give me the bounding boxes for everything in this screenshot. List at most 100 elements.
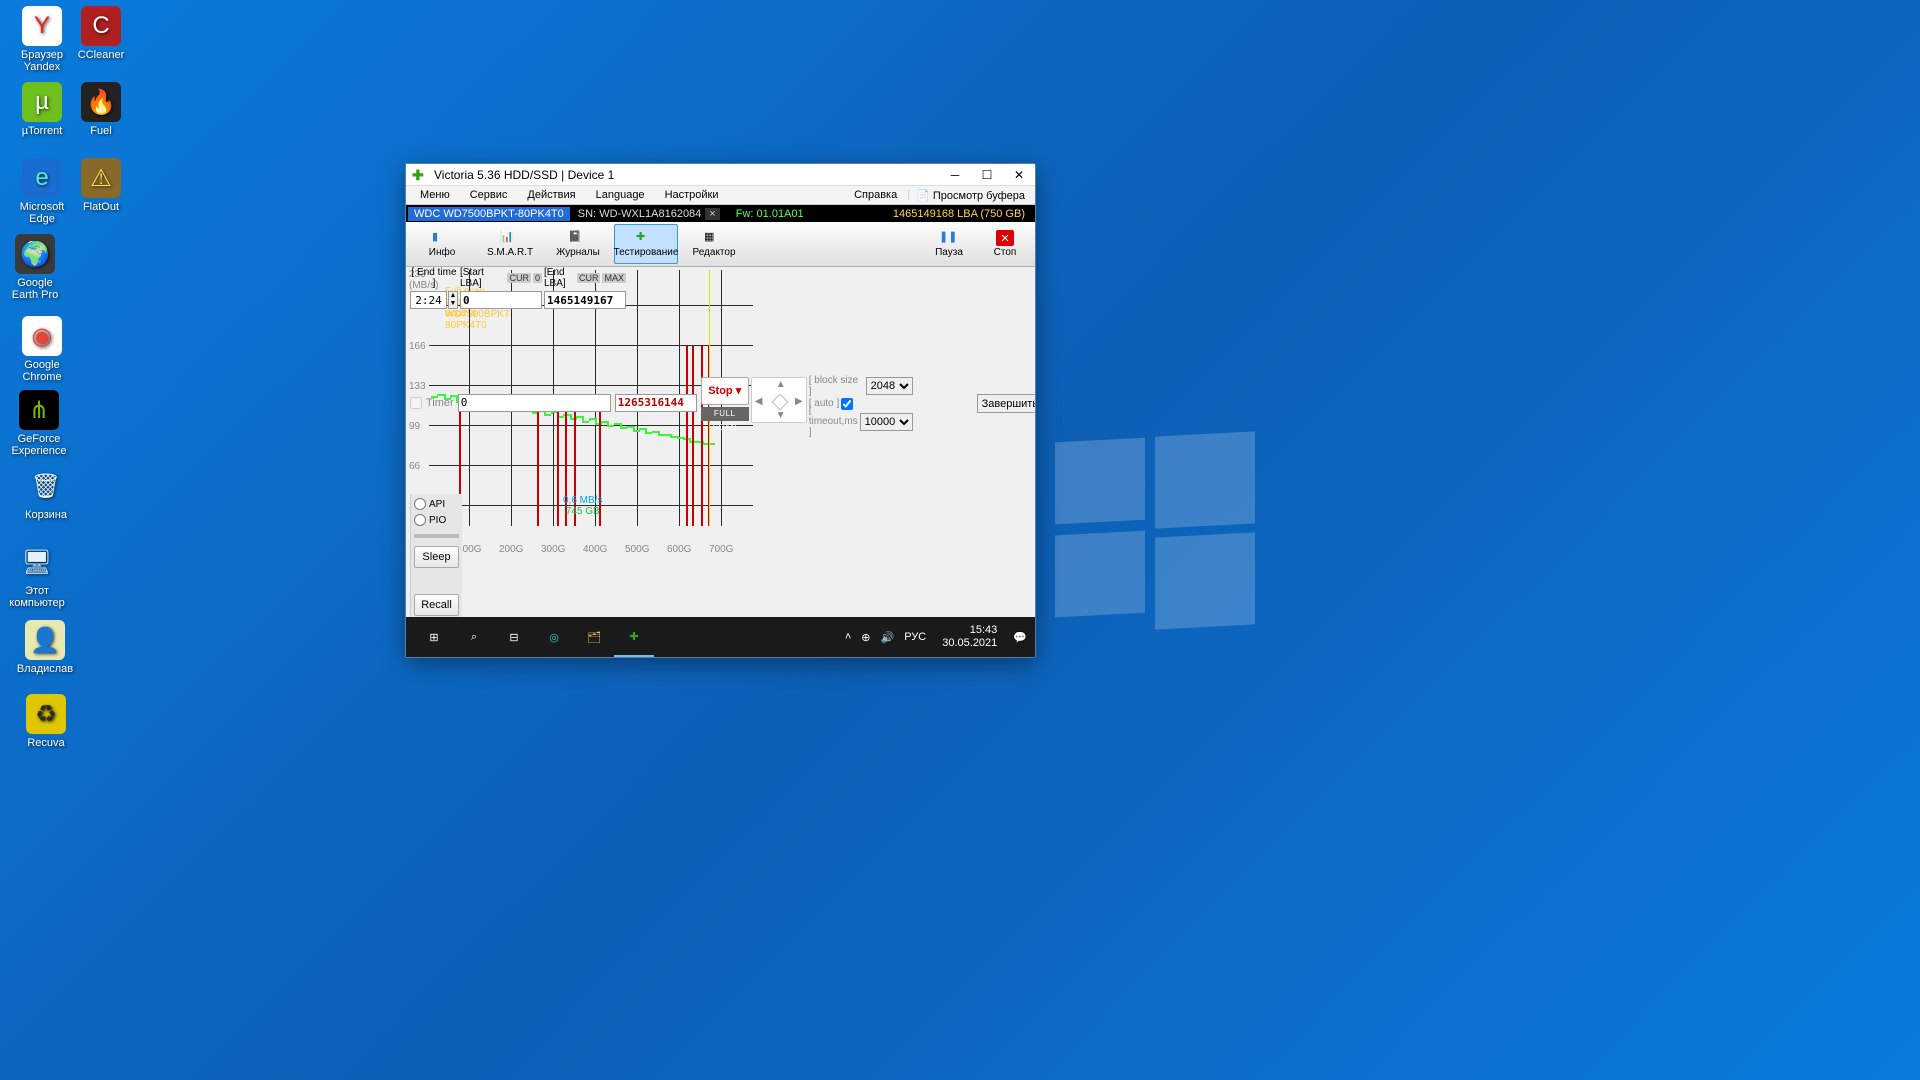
icon-label: CCleaner — [70, 49, 132, 61]
tray-language[interactable]: РУС — [904, 631, 926, 643]
end-time-spinner[interactable]: ▲▼ — [448, 291, 458, 309]
sn-close-icon[interactable]: × — [705, 208, 719, 220]
current-lba — [615, 394, 697, 412]
desktop-icon--torrent[interactable]: µ µTorrent — [11, 82, 73, 137]
notebook-icon: 📓 — [568, 230, 588, 246]
icon-label: Владислав — [14, 663, 76, 675]
tray-notifications-icon[interactable]: 💬 — [1013, 631, 1027, 644]
menu-help[interactable]: Справка — [844, 187, 907, 203]
menu-actions[interactable]: Действия — [517, 187, 585, 203]
desktop-icon-этот-компьютер[interactable]: 🖥 Этот компьютер — [6, 542, 68, 609]
block-size-select[interactable]: 2048 — [866, 377, 913, 395]
app-icon: ♻ — [26, 694, 66, 734]
icon-label: Этот компьютер — [6, 585, 68, 609]
end-lba-input[interactable] — [544, 291, 626, 309]
minimize-button[interactable]: ─ — [939, 164, 971, 185]
maximize-button[interactable]: ☐ — [971, 164, 1003, 185]
toolbar: ▮Инфо 📊S.M.A.R.T 📓Журналы ✚Тестирование … — [406, 222, 1035, 267]
menu-main[interactable]: Меню — [410, 187, 460, 203]
tool-info[interactable]: ▮Инфо — [410, 224, 474, 264]
app-icon: ⚠ — [81, 158, 121, 198]
taskbar: ⊞ ⌕ ⊟ ◎ 🗂 ✚ ˄ ⊕ 🔊 РУС 15:43 30.05.2021 💬 — [406, 617, 1035, 657]
timer-label: Timer — [426, 397, 454, 409]
pause-icon: ❚❚ — [939, 230, 959, 246]
icon-label: Браузер Yandex — [11, 49, 73, 73]
desktop-icon-fuel[interactable]: 🔥Fuel — [70, 82, 132, 137]
task-view-button[interactable]: ⊟ — [494, 617, 534, 657]
desktop-icon-flatout[interactable]: ⚠ FlatOut — [70, 158, 132, 213]
taskbar-victoria[interactable]: ✚ — [614, 617, 654, 657]
start-button[interactable]: ⊞ — [414, 617, 454, 657]
close-button[interactable]: ✕ — [1003, 164, 1035, 185]
device-bar: WDC WD7500BPKT-80PK4T0 SN: WD-WXL1A81620… — [406, 205, 1035, 222]
info-icon: ▮ — [432, 230, 452, 246]
icon-label: FlatOut — [70, 201, 132, 213]
titlebar[interactable]: ✚ Victoria 5.36 HDD/SSD | Device 1 ─ ☐ ✕ — [406, 164, 1035, 186]
timer-checkbox[interactable] — [410, 397, 422, 409]
seek-compass[interactable]: ▲ ◀ ▶ ▼ — [751, 377, 807, 423]
menu-settings[interactable]: Настройки — [655, 187, 729, 203]
end-time-header: [ End time ] — [410, 267, 458, 289]
icon-label: Recuva — [15, 737, 77, 749]
stop-button[interactable]: Stop ▾ — [701, 377, 749, 405]
search-button[interactable]: ⌕ — [454, 617, 494, 657]
tool-testing[interactable]: ✚Тестирование — [614, 224, 678, 264]
device-model: WDC WD7500BPKT-80PK4T0 — [408, 207, 570, 221]
app-icon: ✚ — [412, 167, 428, 183]
timeout-select[interactable]: 10000 — [860, 413, 913, 431]
tray-network-icon[interactable]: ⊕ — [861, 631, 870, 644]
app-icon: ⋔ — [19, 390, 59, 430]
tray-chevron-icon[interactable]: ˄ — [845, 631, 851, 643]
tray-volume-icon[interactable]: 🔊 — [881, 631, 895, 644]
pio-radio[interactable] — [414, 514, 426, 526]
icon-label: Microsoft Edge — [11, 201, 73, 225]
app-icon: µ — [22, 82, 62, 122]
sleep-button[interactable]: Sleep — [414, 546, 459, 568]
tool-smart[interactable]: 📊S.M.A.R.T — [478, 224, 542, 264]
taskbar-explorer[interactable]: 🗂 — [574, 617, 614, 657]
icon-label: Fuel — [70, 125, 132, 137]
desktop-icon-ccleaner[interactable]: CCCleaner — [70, 6, 132, 61]
desktop-icon-google-chrome[interactable]: ◉Google Chrome — [11, 316, 73, 383]
app-icon: Y — [22, 6, 62, 46]
icon-label: µTorrent — [11, 125, 73, 137]
desktop-icon-владислав[interactable]: 👤 Владислав — [14, 620, 76, 675]
app-icon: 🖥 — [17, 542, 57, 582]
tool-editor[interactable]: ▦Редактор — [682, 224, 746, 264]
full-scan-button[interactable]: FULL SCAN — [701, 407, 749, 421]
menu-language[interactable]: Language — [586, 187, 655, 203]
icon-label: GeForce Experience — [8, 433, 70, 457]
app-icon: 👤 — [25, 620, 65, 660]
menu-service[interactable]: Сервис — [460, 187, 518, 203]
grid-icon: ▦ — [704, 230, 724, 246]
recall-button[interactable]: Recall — [414, 594, 459, 616]
system-tray[interactable]: ˄ ⊕ 🔊 РУС 15:43 30.05.2021 💬 — [845, 624, 1027, 650]
menubar: Меню Сервис Действия Language Настройки … — [406, 186, 1035, 205]
taskbar-clock[interactable]: 15:43 30.05.2021 — [936, 624, 1003, 650]
view-buffer[interactable]: 📄 Просмотр буфера — [910, 187, 1031, 204]
desktop-icon-geforce-experience[interactable]: ⋔ GeForce Experience — [8, 390, 70, 457]
victoria-window: ✚ Victoria 5.36 HDD/SSD | Device 1 ─ ☐ ✕… — [405, 163, 1036, 658]
taskbar-edge[interactable]: ◎ — [534, 617, 574, 657]
icon-label: Корзина — [15, 509, 77, 521]
device-sn: SN: WD-WXL1A8162084× — [570, 208, 728, 220]
start-lba-input[interactable] — [460, 291, 542, 309]
app-icon: e — [22, 158, 62, 198]
desktop-icon-recuva[interactable]: ♻ Recuva — [15, 694, 77, 749]
passed-lba[interactable] — [458, 394, 611, 412]
desktop-icon-корзина[interactable]: 🗑Корзина — [15, 466, 77, 521]
tool-stop[interactable]: ✕Стоп — [979, 224, 1031, 264]
icon-label: Google Chrome — [11, 359, 73, 383]
desktop-icon-microsoft-edge[interactable]: e Microsoft Edge — [11, 158, 73, 225]
tool-journals[interactable]: 📓Журналы — [546, 224, 610, 264]
desktop-icon-браузер-yandex[interactable]: Y Браузер Yandex — [11, 6, 73, 73]
desktop-icon-google-earth-pro[interactable]: 🌍Google Earth Pro — [4, 234, 66, 301]
lba-inputs: [ End time ] [Start LBA]CUR0 [End LBA]CU… — [410, 267, 1035, 309]
on-finish-select[interactable]: Завершить — [977, 394, 1035, 413]
api-radio[interactable] — [414, 498, 426, 510]
patch-icon: ✚ — [636, 230, 656, 246]
end-time-input[interactable] — [410, 291, 447, 309]
device-fw: Fw: 01.01A01 — [728, 208, 812, 220]
window-title: Victoria 5.36 HDD/SSD | Device 1 — [434, 168, 939, 182]
tool-pause[interactable]: ❚❚Пауза — [923, 224, 975, 264]
